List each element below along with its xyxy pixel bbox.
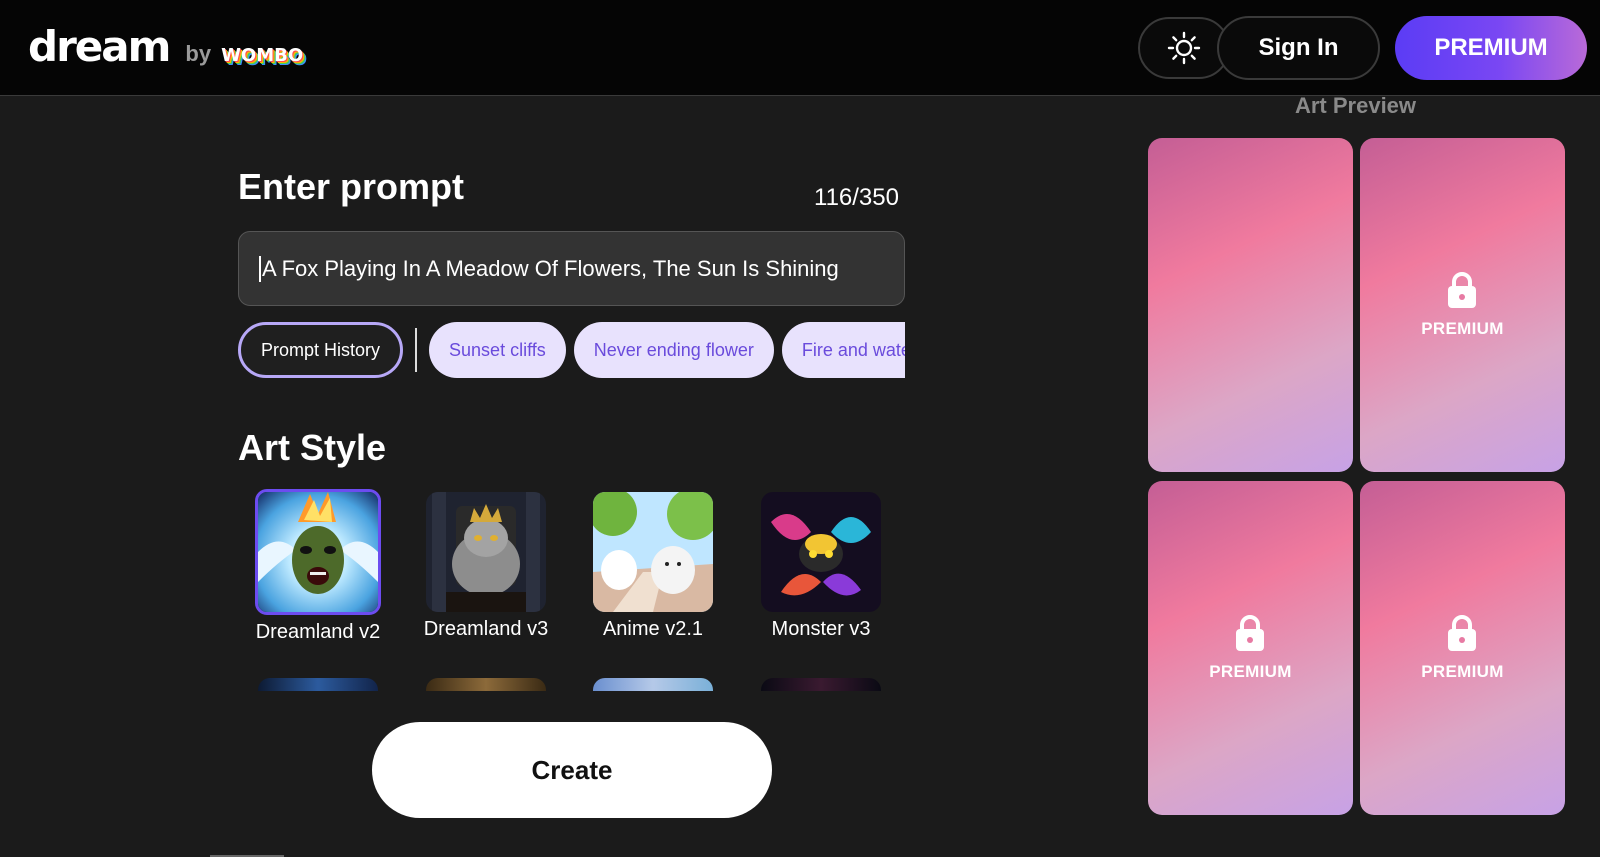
art-style-dreamland-v3[interactable]: Dreamland v3 xyxy=(406,492,566,641)
style-label: Anime v2.1 xyxy=(602,618,704,640)
premium-lock: PREMIUM xyxy=(1209,614,1291,682)
suggestion-chip[interactable]: Sunset cliffs xyxy=(429,322,566,378)
lock-icon xyxy=(1448,615,1477,651)
wombo-logo: WOMBO xyxy=(221,45,304,66)
prompt-input[interactable]: A Fox Playing In A Meadow Of Flowers, Th… xyxy=(238,231,905,306)
art-style-title: Art Style xyxy=(238,427,387,468)
style-thumbnail xyxy=(426,678,546,691)
suggestion-chip[interactable]: Never ending flower xyxy=(573,322,774,378)
style-label: Dreamland v2 xyxy=(255,621,381,643)
premium-card-label: PREMIUM xyxy=(1209,662,1292,681)
top-header: dream by WOMBO Sign In PREMIUM xyxy=(0,0,1600,96)
dreamland-v2-thumbnail xyxy=(258,492,378,612)
prompt-input-value[interactable]: A Fox Playing In A Meadow Of Flowers, Th… xyxy=(259,255,839,282)
style-thumbnail xyxy=(593,492,713,612)
style-thumbnail xyxy=(761,492,881,612)
style-thumbnail xyxy=(258,678,378,691)
style-thumbnail xyxy=(593,678,713,691)
preview-card-premium[interactable]: PREMIUM xyxy=(1360,138,1565,472)
create-button[interactable]: Create xyxy=(372,722,772,818)
art-style-dreamland-v2[interactable]: Dreamland v2 xyxy=(238,489,398,644)
lock-icon xyxy=(1236,615,1265,651)
art-preview-title: Art Preview xyxy=(1294,93,1417,118)
art-style-item[interactable] xyxy=(593,678,713,691)
lock-icon xyxy=(1448,272,1477,308)
art-style-item[interactable] xyxy=(426,678,546,691)
chip-divider xyxy=(415,328,418,372)
preview-card-premium[interactable]: PREMIUM xyxy=(1148,481,1353,815)
dream-logo[interactable]: dream by WOMBO xyxy=(28,22,303,71)
suggestion-chip[interactable]: Fire and water xyxy=(781,322,905,378)
art-style-item[interactable] xyxy=(258,678,378,691)
premium-card-label: PREMIUM xyxy=(1421,319,1504,338)
prompt-history-button[interactable]: Prompt History xyxy=(238,322,404,378)
style-label: Monster v3 xyxy=(771,618,871,640)
premium-lock: PREMIUM xyxy=(1421,271,1503,339)
premium-lock: PREMIUM xyxy=(1421,614,1503,682)
art-style-monster-v3[interactable]: Monster v3 xyxy=(741,492,901,641)
style-thumbnail xyxy=(761,678,881,691)
logo-by-text: by xyxy=(185,41,212,66)
premium-button[interactable]: PREMIUM xyxy=(1395,16,1587,80)
character-counter: 116/350 xyxy=(814,184,899,211)
art-style-item[interactable] xyxy=(761,678,881,691)
prompt-chips-row: Prompt History Sunset cliffs Never endin… xyxy=(238,322,905,378)
style-thumbnail xyxy=(255,489,381,615)
premium-card-label: PREMIUM xyxy=(1421,662,1504,681)
logo-dream-text: dream xyxy=(28,22,171,71)
sign-in-button[interactable]: Sign In xyxy=(1217,16,1380,80)
art-style-grid: Dreamland v2 Dreamland v3 Anime v2.1 Mon… xyxy=(238,486,905,691)
anime-v2-1-thumbnail xyxy=(593,492,713,612)
style-thumbnail xyxy=(426,492,546,612)
dreamland-v3-thumbnail xyxy=(426,492,546,612)
preview-card[interactable] xyxy=(1148,138,1353,472)
sun-icon xyxy=(1167,31,1201,65)
prompt-title: Enter prompt xyxy=(238,166,465,207)
art-style-anime-v2-1[interactable]: Anime v2.1 xyxy=(573,492,733,641)
monster-v3-thumbnail xyxy=(761,492,881,612)
style-label: Dreamland v3 xyxy=(423,618,549,640)
preview-card-premium[interactable]: PREMIUM xyxy=(1360,481,1565,815)
